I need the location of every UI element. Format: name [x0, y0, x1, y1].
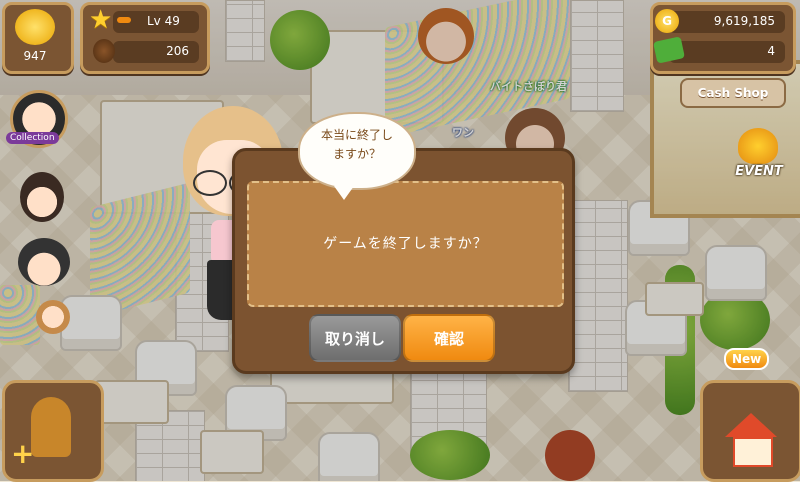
speech-bubble-text: 本当に終了しますか？: [320, 128, 393, 161]
friend-portrait-girl[interactable]: [36, 300, 70, 334]
friend-portrait-old-man[interactable]: [18, 238, 70, 286]
friends-silhouette-icon: [31, 397, 71, 457]
new-badge: New: [724, 348, 770, 370]
status-panel[interactable]: 947: [2, 2, 74, 74]
house-icon: [733, 437, 773, 467]
confirm-button[interactable]: 確認: [403, 314, 495, 362]
friend-portrait-boy[interactable]: [20, 172, 64, 222]
event-button[interactable]: EVENT: [728, 128, 790, 188]
add-friend-plus-icon: +: [11, 437, 35, 470]
star-icon: ★: [89, 5, 113, 35]
level-progress-fill: [117, 17, 131, 23]
friends-button[interactable]: +: [2, 380, 104, 482]
home-button[interactable]: [700, 380, 800, 482]
happy-face-icon: [15, 9, 55, 45]
level-label: Lv 49: [147, 14, 180, 28]
coffee-bean-count: 206: [166, 44, 189, 58]
coffee-bean-icon: [93, 39, 115, 63]
currency-panel: 9,619,185 G 4: [650, 2, 796, 74]
dialog-message: ゲームを終了しますか？: [323, 236, 488, 252]
event-label: EVENT: [735, 164, 783, 179]
exit-dialog: ゲームを終了しますか？ 取り消し 確認: [232, 148, 575, 374]
gold-count: 9,619,185: [713, 14, 775, 28]
cash-count: 4: [767, 44, 775, 58]
gold-coin-icon: G: [655, 9, 679, 33]
glasses-icon: [193, 170, 227, 196]
cancel-button[interactable]: 取り消し: [309, 314, 401, 362]
cash-shop-button[interactable]: Cash Shop: [680, 78, 786, 108]
house-roof-icon: [725, 413, 777, 437]
level-panel: Lv 49 ★ 206: [80, 2, 210, 74]
status-face-value: 947: [23, 49, 47, 63]
speech-bubble: 本当に終了しますか？: [298, 112, 416, 200]
collection-label: Collection: [6, 132, 59, 144]
event-hat-icon: [738, 128, 778, 164]
dialog-message-panel: ゲームを終了しますか？: [247, 181, 564, 307]
